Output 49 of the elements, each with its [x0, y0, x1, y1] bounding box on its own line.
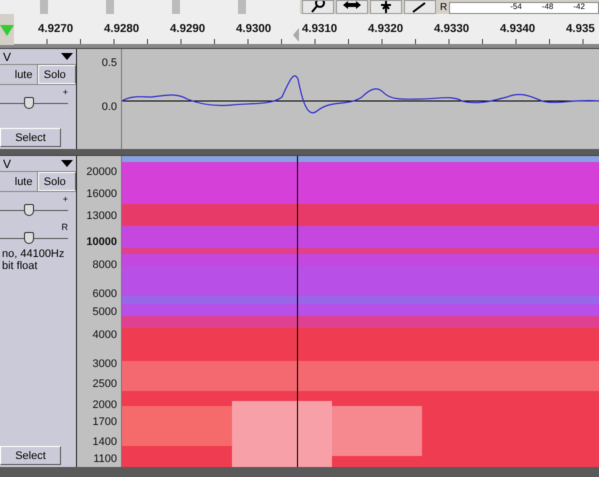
scale-label: 4000 [92, 329, 117, 341]
scale-label: 10000 [86, 236, 117, 248]
multi-tool-icon[interactable] [370, 0, 402, 14]
time-label: 4.9330 [434, 23, 470, 35]
meter-tick-label: -54 [510, 3, 522, 13]
gain-label: + [62, 87, 68, 97]
time-label: 4.9270 [38, 23, 74, 35]
scale-label: 13000 [86, 210, 117, 222]
scale-label: 0.5 [102, 57, 117, 69]
time-label: 4.9280 [104, 23, 140, 35]
scale-label: 16000 [86, 188, 117, 200]
slider-thumb[interactable] [24, 204, 34, 216]
time-label: 4.9290 [170, 23, 206, 35]
scale-label: 2500 [92, 378, 117, 390]
pan-label: R [62, 222, 68, 232]
play-marker-icon[interactable] [0, 24, 14, 36]
scale-label: 2000 [92, 399, 117, 411]
time-label: 4.9320 [368, 23, 404, 35]
time-label: 4.935 [566, 23, 596, 35]
zoom-icon[interactable] [302, 0, 334, 14]
gain-label: + [62, 194, 68, 204]
select-button[interactable]: Select [0, 446, 61, 465]
meter-tick-label: -42 [573, 3, 585, 13]
track-info-text: no, 44100Hz [2, 248, 66, 260]
time-label: 4.9340 [500, 23, 536, 35]
solo-button[interactable]: Solo [38, 172, 76, 191]
solo-button[interactable]: Solo [38, 65, 76, 84]
scale-label: 20000 [86, 166, 117, 178]
scale-label: 0.0 [102, 101, 117, 113]
caret-icon[interactable] [61, 53, 73, 60]
timeline-ruler[interactable]: 4.9270 4.9280 4.9290 4.9300 4.9310 4.9320 4.9330 4.9340 4.935 [14, 14, 599, 45]
scale-label: 8000 [92, 259, 117, 271]
scale-label: 1700 [92, 416, 117, 428]
time-shift-icon[interactable] [336, 0, 368, 14]
slider-thumb[interactable] [24, 97, 34, 109]
slider-thumb[interactable] [24, 232, 34, 244]
scale-label: 1100 [93, 453, 117, 465]
time-label: 4.9300 [236, 23, 272, 35]
select-button[interactable]: Select [0, 128, 61, 147]
scale-label: 3000 [92, 358, 117, 370]
meter-tick-label: -48 [542, 3, 554, 13]
playhead-icon [293, 28, 299, 42]
scale-label: 6000 [92, 288, 117, 300]
scale-label: 1400 [92, 436, 117, 448]
time-label: 4.9310 [302, 23, 338, 35]
track-info-text: bit float [2, 260, 38, 272]
caret-icon[interactable] [61, 160, 73, 167]
meter-channel-label: R [440, 2, 448, 14]
scale-label: 5000 [92, 306, 117, 318]
